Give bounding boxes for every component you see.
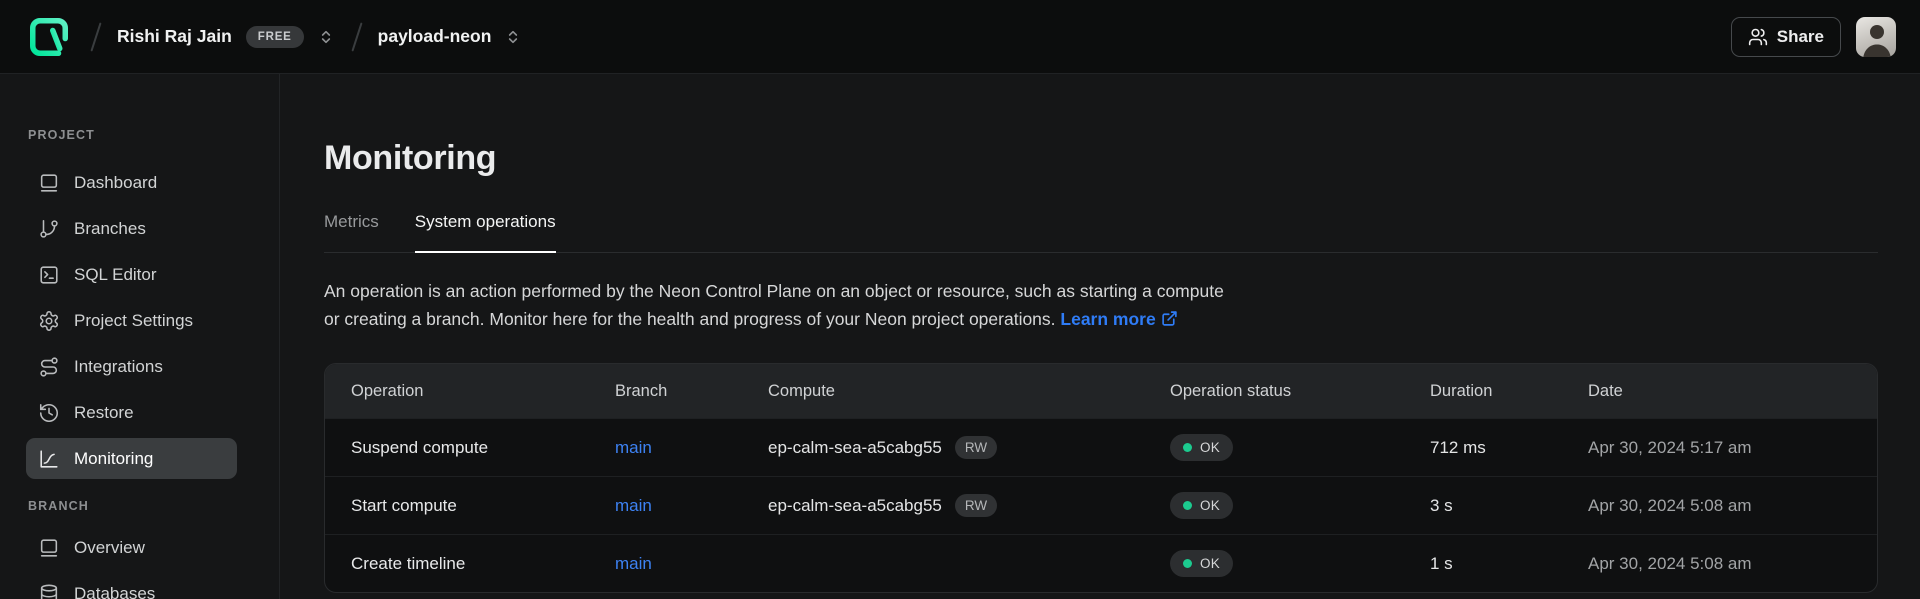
rw-badge: RW	[955, 494, 997, 517]
date-cell: Apr 30, 2024 5:08 am	[1588, 554, 1877, 574]
table-row: Suspend compute main ep-calm-sea-a5cabg5…	[325, 418, 1877, 476]
users-icon	[1748, 27, 1768, 47]
status-badge: OK	[1170, 434, 1233, 461]
compute-endpoint: ep-calm-sea-a5cabg55	[768, 438, 942, 458]
sidebar-item-restore[interactable]: Restore	[26, 392, 237, 433]
learn-more-link[interactable]: Learn more	[1060, 309, 1177, 329]
sidebar-section-branch: BRANCH	[0, 499, 279, 513]
status-label: OK	[1200, 440, 1220, 455]
status-badge: OK	[1170, 550, 1233, 577]
sidebar-item-integrations[interactable]: Integrations	[26, 346, 237, 387]
topbar: Rishi Raj Jain FREE payload-neon	[0, 0, 1920, 74]
sidebar-item-label: Overview	[74, 538, 145, 558]
sidebar-item-label: Integrations	[74, 357, 163, 377]
topbar-actions: Share	[1731, 17, 1896, 57]
sidebar-item-dashboard[interactable]: Dashboard	[26, 162, 237, 203]
monitoring-chart-icon	[38, 448, 60, 470]
status-cell: OK	[1170, 550, 1430, 577]
operations-table: Operation Branch Compute Operation statu…	[324, 363, 1878, 593]
table-header-row: Operation Branch Compute Operation statu…	[325, 364, 1877, 418]
tab-bar: Metrics System operations	[324, 212, 1878, 253]
project-name[interactable]: payload-neon	[378, 26, 492, 47]
sidebar-item-overview[interactable]: Overview	[26, 527, 237, 568]
sidebar: PROJECT Dashboard Branches	[0, 74, 280, 599]
status-label: OK	[1200, 556, 1220, 571]
neon-logo-icon[interactable]	[29, 17, 69, 57]
date-cell: Apr 30, 2024 5:08 am	[1588, 496, 1877, 516]
column-header-branch: Branch	[615, 382, 768, 401]
settings-gear-icon	[38, 310, 60, 332]
branch-link[interactable]: main	[615, 438, 652, 457]
description-line-1: An operation is an action performed by t…	[324, 281, 1224, 301]
status-label: OK	[1200, 498, 1220, 513]
status-ok-dot-icon	[1183, 443, 1192, 452]
status-cell: OK	[1170, 492, 1430, 519]
external-link-icon	[1161, 310, 1178, 327]
main-content: Monitoring Metrics System operations An …	[280, 74, 1920, 599]
integrations-route-icon	[38, 356, 60, 378]
plan-badge: FREE	[246, 26, 304, 48]
status-ok-dot-icon	[1183, 559, 1192, 568]
breadcrumb-separator	[90, 22, 101, 51]
learn-more-label: Learn more	[1060, 309, 1155, 329]
org-name[interactable]: Rishi Raj Jain	[117, 26, 232, 47]
sidebar-item-label: Restore	[74, 403, 134, 423]
sidebar-item-label: Dashboard	[74, 173, 157, 193]
sidebar-item-branches[interactable]: Branches	[26, 208, 237, 249]
share-button-label: Share	[1777, 27, 1824, 47]
table-row: Create timeline main OK 1 s Apr 30, 2024…	[325, 534, 1877, 592]
org-selector-chevrons-icon[interactable]	[316, 27, 336, 47]
restore-history-icon	[38, 402, 60, 424]
status-ok-dot-icon	[1183, 501, 1192, 510]
branches-icon	[38, 218, 60, 240]
sql-editor-icon	[38, 264, 60, 286]
project-selector-chevrons-icon[interactable]	[503, 27, 523, 47]
description-line-2: or creating a branch. Monitor here for t…	[324, 309, 1056, 329]
user-avatar[interactable]	[1856, 17, 1896, 57]
date-cell: Apr 30, 2024 5:17 am	[1588, 438, 1877, 458]
compute-cell: ep-calm-sea-a5cabg55 RW	[768, 436, 1170, 459]
breadcrumb-project: payload-neon	[378, 26, 524, 47]
tab-metrics[interactable]: Metrics	[324, 212, 379, 253]
page-title: Monitoring	[324, 138, 1878, 178]
overview-icon	[38, 537, 60, 559]
sidebar-item-databases[interactable]: Databases	[26, 573, 237, 599]
column-header-operation: Operation	[325, 382, 615, 401]
status-cell: OK	[1170, 434, 1430, 461]
sidebar-item-label: Branches	[74, 219, 146, 239]
databases-icon	[38, 583, 60, 599]
duration-cell: 3 s	[1430, 496, 1588, 516]
operations-description: An operation is an action performed by t…	[324, 277, 1878, 333]
sidebar-item-sql-editor[interactable]: SQL Editor	[26, 254, 237, 295]
column-header-duration: Duration	[1430, 382, 1588, 401]
duration-cell: 1 s	[1430, 554, 1588, 574]
share-button[interactable]: Share	[1731, 17, 1841, 57]
sidebar-section-project: PROJECT	[0, 128, 279, 142]
compute-cell: ep-calm-sea-a5cabg55 RW	[768, 494, 1170, 517]
column-header-date: Date	[1588, 382, 1877, 401]
column-header-compute: Compute	[768, 382, 1170, 401]
compute-endpoint: ep-calm-sea-a5cabg55	[768, 496, 942, 516]
operation-cell: Start compute	[325, 496, 615, 516]
operation-cell: Create timeline	[325, 554, 615, 574]
tab-system-operations[interactable]: System operations	[415, 212, 556, 253]
sidebar-item-label: Project Settings	[74, 311, 193, 331]
sidebar-item-project-settings[interactable]: Project Settings	[26, 300, 237, 341]
breadcrumb-org: Rishi Raj Jain FREE	[117, 26, 336, 48]
breadcrumb-separator	[351, 22, 362, 51]
column-header-operation-status: Operation status	[1170, 382, 1430, 401]
sidebar-item-label: Databases	[74, 584, 155, 599]
sidebar-item-label: SQL Editor	[74, 265, 157, 285]
status-badge: OK	[1170, 492, 1233, 519]
branch-link[interactable]: main	[615, 554, 652, 573]
branch-link[interactable]: main	[615, 496, 652, 515]
duration-cell: 712 ms	[1430, 438, 1588, 458]
sidebar-item-label: Monitoring	[74, 449, 153, 469]
operation-cell: Suspend compute	[325, 438, 615, 458]
rw-badge: RW	[955, 436, 997, 459]
dashboard-icon	[38, 172, 60, 194]
table-row: Start compute main ep-calm-sea-a5cabg55 …	[325, 476, 1877, 534]
sidebar-item-monitoring[interactable]: Monitoring	[26, 438, 237, 479]
